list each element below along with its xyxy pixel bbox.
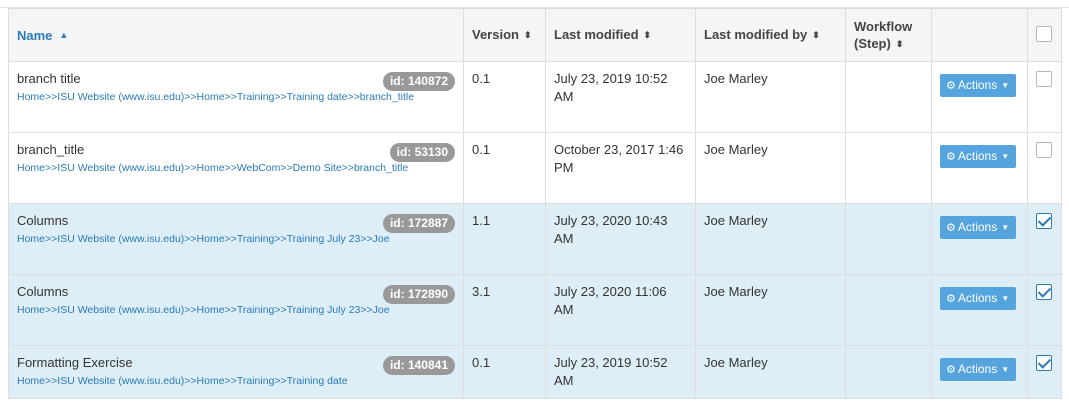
last-modified-by-cell: Joe Marley xyxy=(695,132,846,204)
actions-cell: ⚙ Actions ▼ xyxy=(931,132,1028,204)
actions-button[interactable]: ⚙ Actions ▼ xyxy=(940,287,1017,310)
row-select-checkbox[interactable] xyxy=(1036,142,1052,158)
actions-cell: ⚙ Actions ▼ xyxy=(931,203,1028,275)
table-row: Columns Home>>ISU Website (www.isu.edu)>… xyxy=(8,274,1062,346)
id-badge: id: 53130 xyxy=(389,143,455,162)
sort-icon: ⬍ xyxy=(895,38,904,49)
column-header-version-label: Version xyxy=(472,27,519,42)
actions-cell: ⚙ Actions ▼ xyxy=(931,274,1028,346)
name-cell: branch_title Home>>ISU Website (www.isu.… xyxy=(8,132,464,204)
sort-icon: ⬍ xyxy=(812,30,820,40)
select-cell xyxy=(1027,274,1062,346)
column-header-last-modified[interactable]: Last modified ⬍ xyxy=(545,8,696,62)
workflow-cell xyxy=(845,345,932,399)
last-modified-by-cell: Joe Marley xyxy=(695,61,846,133)
column-header-last-modified-label: Last modified xyxy=(554,27,639,42)
caret-down-icon: ▼ xyxy=(1001,365,1010,374)
last-modified-by-cell: Joe Marley xyxy=(695,345,846,399)
column-header-workflow-label: Workflow xyxy=(854,18,913,34)
version-cell: 0.1 xyxy=(463,132,546,204)
actions-button-label: Actions xyxy=(957,149,998,163)
table-row: Formatting Exercise Home>>ISU Website (w… xyxy=(8,345,1062,399)
top-bar xyxy=(0,0,1069,8)
column-header-name[interactable]: Name ▲ xyxy=(8,8,464,62)
name-cell: branch title Home>>ISU Website (www.isu.… xyxy=(8,61,464,133)
row-select-checkbox[interactable] xyxy=(1036,71,1052,87)
workflow-cell xyxy=(845,274,932,346)
header-row: Name ▲ Version ⬍ Last modified ⬍ Last modif… xyxy=(8,8,1062,62)
gear-icon: ⚙ xyxy=(946,151,956,163)
last-modified-cell: July 23, 2019 10:52 AM xyxy=(545,61,696,133)
gear-icon: ⚙ xyxy=(946,293,956,305)
select-cell xyxy=(1027,203,1062,275)
caret-down-icon: ▼ xyxy=(1001,223,1010,232)
column-header-workflow[interactable]: Workflow (Step) ⬍ xyxy=(845,8,932,62)
caret-down-icon: ▼ xyxy=(1001,152,1010,161)
last-modified-by-cell: Joe Marley xyxy=(695,274,846,346)
actions-button[interactable]: ⚙ Actions ▼ xyxy=(940,216,1017,239)
actions-button[interactable]: ⚙ Actions ▼ xyxy=(940,74,1017,97)
workflow-cell xyxy=(845,203,932,275)
actions-button-label: Actions xyxy=(957,220,998,234)
row-select-checkbox[interactable] xyxy=(1036,284,1052,300)
last-modified-cell: July 23, 2020 10:43 AM xyxy=(545,203,696,275)
select-cell xyxy=(1027,132,1062,204)
row-select-checkbox[interactable] xyxy=(1036,213,1052,229)
id-badge: id: 140872 xyxy=(382,72,455,91)
column-header-version[interactable]: Version ⬍ xyxy=(463,8,546,62)
id-badge: id: 140841 xyxy=(382,356,455,375)
row-select-checkbox[interactable] xyxy=(1036,355,1052,371)
caret-down-icon: ▼ xyxy=(1001,81,1010,90)
column-header-actions xyxy=(931,8,1028,62)
version-cell: 0.1 xyxy=(463,345,546,399)
actions-button[interactable]: ⚙ Actions ▼ xyxy=(940,145,1017,168)
select-cell xyxy=(1027,61,1062,133)
gear-icon: ⚙ xyxy=(946,80,956,92)
gear-icon: ⚙ xyxy=(946,222,956,234)
id-badge: id: 172890 xyxy=(382,285,455,304)
column-header-last-modified-by[interactable]: Last modified by ⬍ xyxy=(695,8,846,62)
column-header-select-all xyxy=(1027,8,1062,62)
sort-icon: ⬍ xyxy=(523,30,532,40)
workflow-cell xyxy=(845,132,932,204)
select-all-checkbox[interactable] xyxy=(1036,26,1052,42)
column-header-name-label: Name xyxy=(17,27,53,43)
gear-icon: ⚙ xyxy=(946,364,956,376)
actions-button-label: Actions xyxy=(957,291,998,305)
table-row: branch_title Home>>ISU Website (www.isu.… xyxy=(8,132,1062,204)
caret-down-icon: ▼ xyxy=(1001,294,1010,303)
last-modified-cell: October 23, 2017 1:46 PM xyxy=(545,132,696,204)
column-header-workflow-step-label: (Step) xyxy=(854,35,891,51)
actions-button-label: Actions xyxy=(957,78,998,92)
table-row: branch title Home>>ISU Website (www.isu.… xyxy=(8,61,1062,133)
table-row: Columns Home>>ISU Website (www.isu.edu)>… xyxy=(8,203,1062,275)
select-cell xyxy=(1027,345,1062,399)
sort-icon: ⬍ xyxy=(643,30,652,40)
content-table: Name ▲ Version ⬍ Last modified ⬍ Last modif… xyxy=(8,8,1062,399)
version-cell: 3.1 xyxy=(463,274,546,346)
actions-cell: ⚙ Actions ▼ xyxy=(931,61,1028,133)
item-path-link[interactable]: Home>>ISU Website (www.isu.edu)>>Home>>W… xyxy=(17,159,455,177)
last-modified-cell: July 23, 2019 10:52 AM xyxy=(545,345,696,399)
last-modified-by-cell: Joe Marley xyxy=(695,203,846,275)
actions-button[interactable]: ⚙ Actions ▼ xyxy=(940,358,1017,381)
name-cell: Formatting Exercise Home>>ISU Website (w… xyxy=(8,345,464,399)
actions-cell: ⚙ Actions ▼ xyxy=(931,345,1028,399)
workflow-cell xyxy=(845,61,932,133)
actions-button-label: Actions xyxy=(957,362,998,376)
column-header-last-modified-by-label: Last modified by xyxy=(704,27,808,42)
version-cell: 0.1 xyxy=(463,61,546,133)
id-badge: id: 172887 xyxy=(382,214,455,233)
last-modified-cell: July 23, 2020 11:06 AM xyxy=(545,274,696,346)
name-cell: Columns Home>>ISU Website (www.isu.edu)>… xyxy=(8,274,464,346)
sort-ascending-icon: ▲ xyxy=(59,29,69,40)
version-cell: 1.1 xyxy=(463,203,546,275)
name-cell: Columns Home>>ISU Website (www.isu.edu)>… xyxy=(8,203,464,275)
